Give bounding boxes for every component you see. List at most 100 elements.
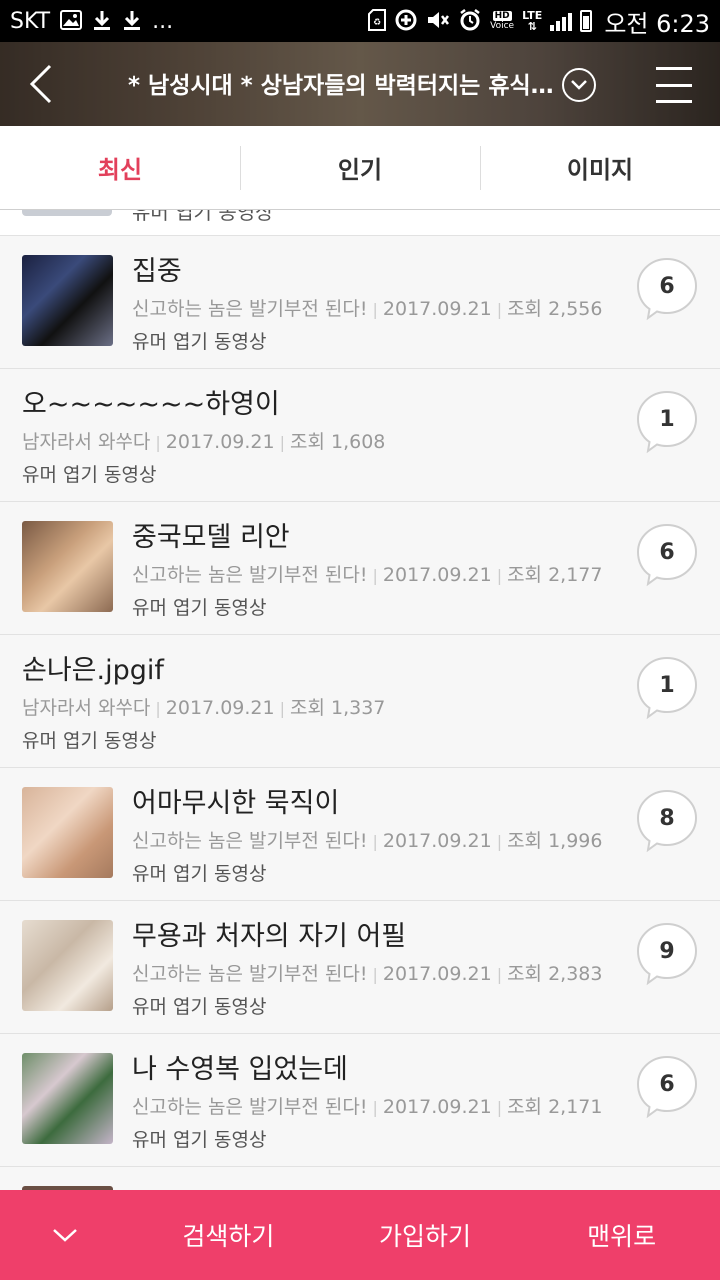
comment-count-badge[interactable]: 6	[636, 523, 698, 587]
list-item[interactable]: 어마무시한 묵직이 신고하는 놈은 발기부전 된다! | 2017.09.21 | 조회 …	[0, 768, 720, 901]
collapse-button[interactable]	[0, 1190, 130, 1280]
meta-divider: |	[496, 1098, 503, 1117]
post-category: 유머 엽기 동영상	[132, 331, 267, 353]
chevron-down-icon	[571, 80, 587, 90]
comment-count: 6	[659, 1071, 675, 1097]
post-meta: 신고하는 놈은 발기부전 된다! | 2017.09.21 | 조회 2,383	[132, 961, 610, 988]
comment-count: 8	[659, 805, 675, 831]
image-icon	[60, 9, 83, 33]
post-author: 신고하는 놈은 발기부전 된다!	[132, 963, 368, 985]
post-thumbnail	[22, 1053, 113, 1144]
post-views: 조회 2,556	[507, 298, 603, 320]
list-item[interactable]: 오~~~~~~~하영이남자라서 와쑤다 | 2017.09.21 | 조회 1,608 유…	[0, 369, 720, 502]
list-item[interactable]: 무용과 처자의 자기 어필 신고하는 놈은 발기부전 된다! | 2017.09.21…	[0, 901, 720, 1034]
post-views: 조회 1,337	[289, 697, 386, 719]
post-author: 신고하는 놈은 발기부전 된다!	[132, 830, 368, 852]
post-date: 2017.09.21	[382, 1096, 492, 1118]
meta-divider: |	[496, 832, 503, 851]
post-meta: 남자라서 와쑤다 | 2017.09.21 | 조회 1,337	[22, 695, 610, 722]
comment-count-badge[interactable]: 8	[636, 789, 698, 853]
list-item-partial[interactable]	[0, 1167, 720, 1190]
list-item-partial[interactable]: 유머 엽기 동영상	[0, 210, 720, 236]
list-item[interactable]: 손나은.jpgif 남자라서 와쑤다 | 2017.09.21 | 조회 1,337 유머 …	[0, 635, 720, 768]
post-date: 2017.09.21	[382, 830, 492, 852]
post-date: 2017.09.21	[382, 298, 492, 320]
meta-divider: |	[372, 300, 378, 319]
svg-text:♻: ♻	[373, 18, 381, 28]
bottom-action-bar: 검색하기 가입하기 맨위로	[0, 1190, 720, 1280]
meta-divider: |	[279, 433, 285, 452]
post-category: 유머 엽기 동영상	[22, 730, 157, 752]
clock: 오전 6:23	[604, 9, 710, 38]
meta-divider: |	[372, 965, 378, 984]
post-date: 2017.09.21	[382, 963, 492, 985]
tab-popular[interactable]: 인기	[240, 126, 480, 209]
post-title: 나 수영복 입었는데	[132, 1054, 348, 1085]
post-author: 신고하는 놈은 발기부전 된다!	[132, 564, 368, 586]
comment-count-badge[interactable]: 9	[636, 922, 698, 986]
hamburger-line	[656, 67, 692, 70]
post-category: 유머 엽기 동영상	[132, 210, 274, 224]
meta-divider: |	[496, 566, 503, 585]
data-saver-icon	[394, 8, 418, 35]
post-views: 조회 2,171	[507, 1096, 603, 1118]
meta-divider: |	[372, 832, 378, 851]
meta-divider: |	[496, 965, 503, 984]
carrier-label: SKT	[10, 8, 51, 34]
back-button[interactable]	[20, 60, 64, 108]
status-bar: SKT ... ♻ HD Voice LTE ⇅ 오전 6:23	[0, 0, 720, 42]
lte-icon: LTE ⇅	[522, 9, 543, 33]
post-author: 남자라서 와쑤다	[22, 697, 151, 719]
post-category: 유머 엽기 동영상	[22, 464, 157, 486]
comment-count: 1	[659, 672, 675, 698]
comment-count-badge[interactable]: 6	[636, 257, 698, 321]
more-icon: ...	[152, 8, 174, 34]
title-dropdown-button[interactable]	[562, 68, 596, 102]
list-item[interactable]: 중국모델 리안 신고하는 놈은 발기부전 된다! | 2017.09.21 | 조회 2,…	[0, 502, 720, 635]
list-item[interactable]: 집중 신고하는 놈은 발기부전 된다! | 2017.09.21 | 조회 2,556 유머…	[0, 236, 720, 369]
comment-count-badge[interactable]: 6	[636, 1055, 698, 1119]
list-item[interactable]: 나 수영복 입었는데 신고하는 놈은 발기부전 된다! | 2017.09.21 | 조회…	[0, 1034, 720, 1167]
post-text-block: 집중 신고하는 놈은 발기부전 된다! | 2017.09.21 | 조회 2,556 유머…	[132, 254, 610, 355]
menu-button[interactable]	[656, 67, 692, 103]
comment-count-badge[interactable]: 1	[636, 656, 698, 720]
join-button[interactable]: 가입하기	[327, 1217, 524, 1253]
tab-latest[interactable]: 최신	[0, 126, 240, 209]
post-author: 신고하는 놈은 발기부전 된다!	[132, 1096, 368, 1118]
search-button[interactable]: 검색하기	[130, 1217, 327, 1253]
alarm-icon	[458, 8, 482, 35]
hd-voice-icon: HD Voice	[490, 11, 515, 31]
meta-divider: |	[372, 1098, 378, 1117]
post-date: 2017.09.21	[382, 564, 492, 586]
meta-divider: |	[155, 699, 161, 718]
hamburger-line	[656, 100, 692, 103]
post-title: 어마무시한 묵직이	[132, 788, 340, 819]
signal-icon	[550, 11, 573, 31]
comment-count: 6	[659, 273, 675, 299]
meta-divider: |	[155, 433, 161, 452]
tab-images[interactable]: 이미지	[480, 126, 720, 209]
post-text-block: 나 수영복 입었는데 신고하는 놈은 발기부전 된다! | 2017.09.21 | 조회…	[132, 1052, 610, 1153]
meta-divider: |	[496, 300, 503, 319]
hamburger-line	[656, 83, 692, 87]
post-text-block: 오~~~~~~~하영이남자라서 와쑤다 | 2017.09.21 | 조회 1,608 유…	[22, 387, 610, 488]
post-thumbnail	[22, 255, 113, 346]
back-arrow-icon	[29, 64, 52, 104]
chevron-down-icon	[53, 1229, 77, 1242]
post-thumbnail	[22, 521, 113, 612]
page-title: * 남성시대 * 상남자들의 박력터지는 휴식…	[128, 73, 554, 99]
post-thumbnail	[22, 210, 112, 216]
post-thumbnail	[22, 920, 113, 1011]
post-text-block: 중국모델 리안 신고하는 놈은 발기부전 된다! | 2017.09.21 | 조회 2,…	[132, 520, 610, 621]
scroll-top-button[interactable]: 맨위로	[523, 1217, 720, 1253]
post-title: 오~~~~~~~하영이	[22, 389, 280, 420]
comment-count-badge[interactable]: 1	[636, 390, 698, 454]
post-meta: 남자라서 와쑤다 | 2017.09.21 | 조회 1,608	[22, 429, 610, 456]
post-date: 2017.09.21	[165, 431, 275, 453]
download-icon	[122, 9, 142, 34]
download-icon	[92, 9, 112, 34]
post-views: 조회 1,608	[289, 431, 386, 453]
comment-count: 6	[659, 539, 675, 565]
post-meta: 신고하는 놈은 발기부전 된다! | 2017.09.21 | 조회 2,556	[132, 296, 610, 323]
post-title: 손나은.jpgif	[22, 655, 164, 686]
